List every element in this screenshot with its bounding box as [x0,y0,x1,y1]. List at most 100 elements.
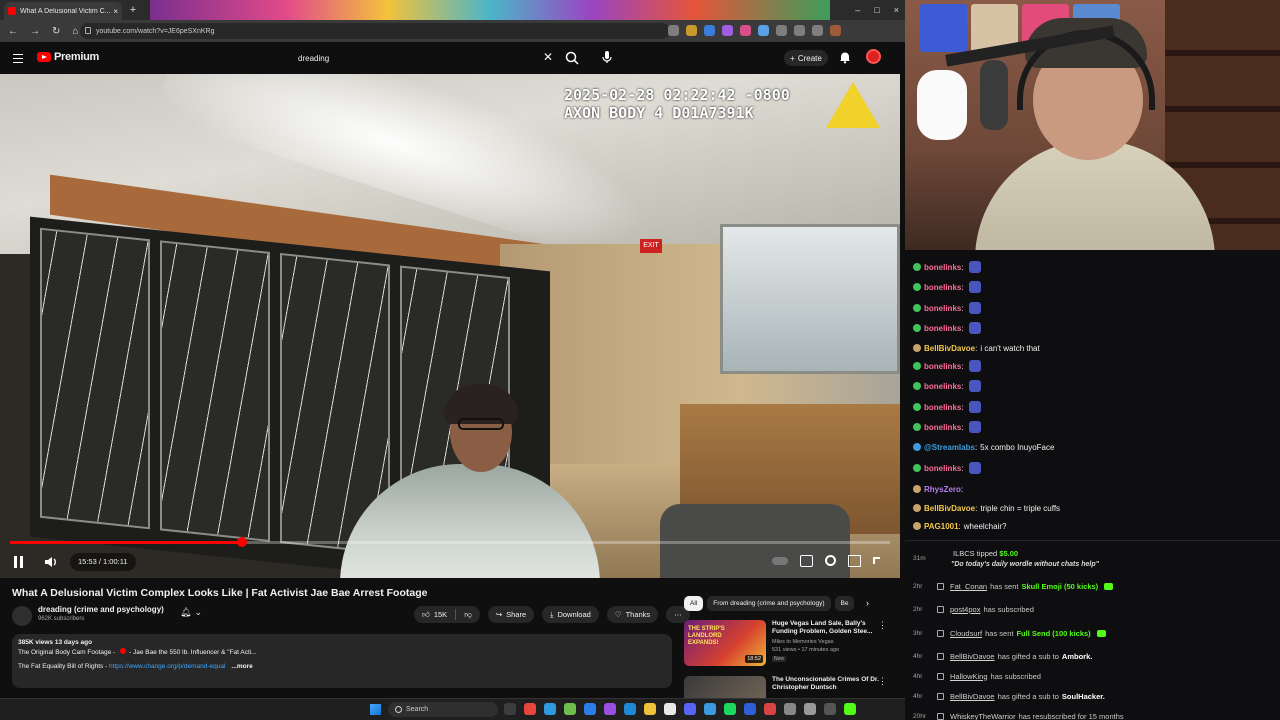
hamburger-menu-icon[interactable] [13,54,23,63]
filter-chip[interactable]: All [684,596,704,611]
recommendation-menu-icon[interactable]: ⋮ [878,620,887,631]
subscription-bell-button[interactable]: 🔔︎ ⌄ [180,607,208,623]
chat-username[interactable]: RhysZero [924,485,961,494]
chat-username[interactable]: bonelinks [924,464,961,473]
taskbar-app-icon[interactable] [684,703,696,715]
extension-icon[interactable] [758,25,769,36]
taskbar-app-icon[interactable] [744,703,756,715]
like-icon[interactable]: 👍︎ [422,610,430,620]
chat-username[interactable]: bonelinks [924,324,961,333]
microphone-icon[interactable] [598,48,616,66]
chat-username[interactable]: bonelinks [924,362,961,371]
chat-username[interactable]: bonelinks [924,304,961,313]
chat-username[interactable]: bonelinks [924,263,961,272]
taskbar-app-icon[interactable] [844,703,856,715]
event-user[interactable]: HallowKing [950,672,988,681]
extension-icon[interactable] [668,25,679,36]
extension-icon[interactable] [704,25,715,36]
event-user[interactable]: Fat_Conan [950,582,987,591]
reload-icon[interactable]: ↻ [52,26,60,37]
dislike-icon[interactable]: 👎︎ [464,610,472,620]
taskbar-app-icon[interactable] [764,703,776,715]
new-tab-icon[interactable]: + [126,3,140,17]
chat-username[interactable]: bonelinks [924,423,961,432]
chat-username[interactable]: PAG1001 [924,522,959,531]
chat-username[interactable]: bonelinks [924,382,961,391]
taskbar-app-icon[interactable] [584,703,596,715]
channel-avatar[interactable] [12,606,32,626]
extension-icon[interactable] [722,25,733,36]
pause-icon[interactable] [14,553,26,571]
recommendation-item[interactable]: The Unconscionable Crimes Of Dr. Christo… [684,676,894,698]
search-input[interactable]: dreading [290,47,562,69]
windows-start-icon[interactable] [370,704,381,715]
youtube-logo[interactable]: Premium [37,51,99,63]
taskbar-app-icon[interactable] [624,703,636,715]
chat-username[interactable]: BellBivDavoe [924,504,975,513]
chevron-right-icon[interactable]: › [866,598,869,608]
chat-username[interactable]: BellBivDavoe [924,344,975,353]
filter-chip[interactable]: From dreading (crime and psychology) [707,596,831,611]
recommendation-menu-icon[interactable]: ⋮ [878,676,887,687]
extension-icon[interactable] [794,25,805,36]
download-button[interactable]: ⤓ Download [542,606,599,623]
event-user[interactable]: BellBivDavoe [950,652,995,661]
volume-icon[interactable] [43,553,59,571]
home-icon[interactable]: ⌂ [72,26,78,37]
taskbar-app-icon[interactable] [604,703,616,715]
forward-icon[interactable]: → [30,26,40,37]
thanks-button[interactable]: ♡ Thanks [606,606,659,623]
chat-username[interactable]: bonelinks [924,283,961,292]
extension-icon[interactable] [740,25,751,36]
video-player[interactable]: EXIT 2025-02-28 02:22:42 -0800 AXON BODY… [0,74,900,578]
notifications-bell-icon[interactable] [838,50,852,64]
taskbar-app-icon[interactable] [564,703,576,715]
chat-username[interactable]: bonelinks [924,403,961,412]
taskbar-app-icon[interactable] [644,703,656,715]
channel-name[interactable]: dreading (crime and psychology) [38,605,164,614]
minimize-icon[interactable]: – [855,5,860,15]
extension-icon[interactable] [776,25,787,36]
close-window-icon[interactable]: × [894,5,899,15]
chat-username[interactable]: @Streamlabs [924,443,975,452]
settings-gear-icon[interactable] [825,555,836,566]
taskbar-app-icon[interactable] [724,703,736,715]
share-button[interactable]: ↪ Share [487,606,535,623]
autoplay-toggle-icon[interactable] [772,557,788,565]
clear-search-icon[interactable]: ✕ [543,51,553,63]
site-info-icon[interactable] [85,27,91,34]
extension-icon[interactable] [830,25,841,36]
show-more-link[interactable]: ...more [231,663,252,670]
event-user[interactable]: BellBivDavoe [950,692,995,701]
event-target[interactable]: Ambork. [1062,652,1092,661]
address-bar[interactable]: youtube.com/watch?v=JE6peSXnKRg [80,23,670,39]
extension-icon[interactable] [812,25,823,36]
taskbar-app-icon[interactable] [784,703,796,715]
extension-icon[interactable] [686,25,697,36]
taskbar-app-icon[interactable] [804,703,816,715]
recommendation-item[interactable]: THE STRIP'S LANDLORD EXPANDS! 18:52 Huge… [684,620,894,668]
account-avatar[interactable] [866,49,881,64]
progress-bar[interactable] [10,537,890,547]
taskbar-app-icon[interactable] [524,703,536,715]
taskbar-search[interactable]: Search [388,702,498,717]
event-user[interactable]: post4pox [950,605,980,614]
back-icon[interactable]: ← [8,26,18,37]
miniplayer-icon[interactable] [848,555,861,567]
petition-link[interactable]: https://www.change.org/p/demand-equal [109,663,225,670]
browser-tab[interactable]: What A Delusional Victim C... × [4,2,122,20]
taskbar-app-icon[interactable] [504,703,516,715]
maximize-icon[interactable]: □ [874,5,879,15]
event-target[interactable]: SoulHacker. [1062,692,1105,701]
event-user[interactable]: WhiskeyTheWarrior [950,712,1016,720]
taskbar-app-icon[interactable] [824,703,836,715]
taskbar-app-icon[interactable] [704,703,716,715]
taskbar-app-icon[interactable] [664,703,676,715]
fullscreen-icon[interactable] [873,557,880,564]
close-tab-icon[interactable]: × [113,7,118,16]
taskbar-app-icon[interactable] [544,703,556,715]
recommendation-thumbnail[interactable] [684,676,766,698]
create-button[interactable]: + Create [784,50,828,66]
description-box[interactable]: 385K views 13 days ago The Original Body… [12,634,672,688]
captions-icon[interactable] [800,555,813,567]
